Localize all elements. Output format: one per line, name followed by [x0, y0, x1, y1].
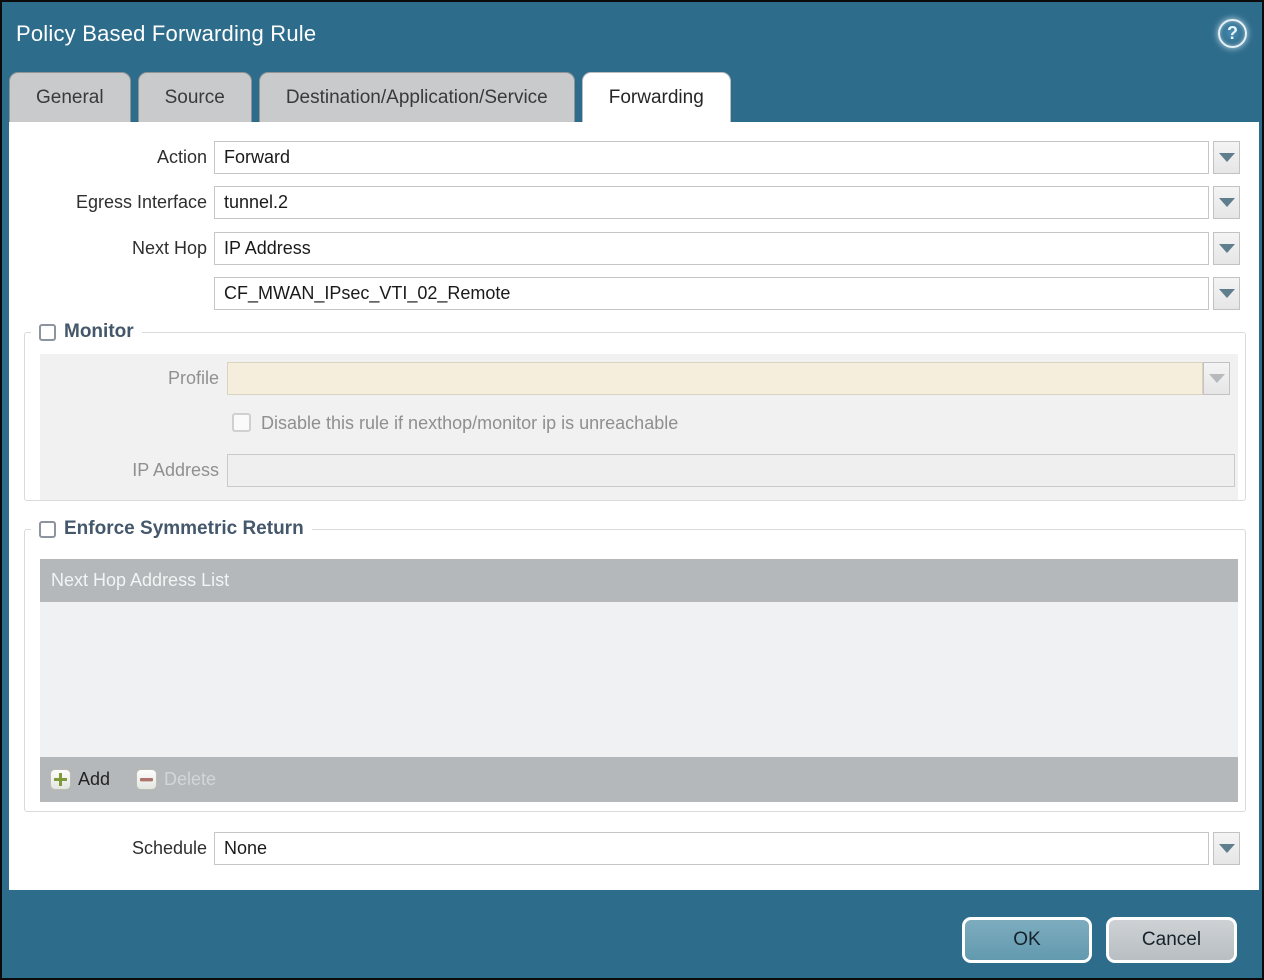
egress-interface-select[interactable]: tunnel.2	[214, 186, 1209, 219]
disable-rule-checkbox	[232, 413, 251, 432]
enforce-symmetric-return-label: Enforce Symmetric Return	[64, 518, 304, 540]
chevron-down-icon	[1209, 374, 1225, 383]
enforce-symmetric-return-legend: Enforce Symmetric Return	[31, 516, 312, 542]
next-hop-label: Next Hop	[9, 232, 207, 265]
monitor-ip-address-label: IP Address	[49, 454, 219, 487]
tab-strip: General Source Destination/Application/S…	[9, 72, 731, 122]
next-hop-address-list-header: Next Hop Address List	[40, 559, 1238, 602]
disable-rule-label: Disable this rule if nexthop/monitor ip …	[261, 411, 678, 435]
chevron-down-icon	[1219, 244, 1235, 253]
pbf-rule-dialog: Policy Based Forwarding Rule ? General S…	[0, 0, 1264, 980]
next-hop-address-select[interactable]: CF_MWAN_IPsec_VTI_02_Remote	[214, 277, 1209, 310]
chevron-down-icon	[1219, 198, 1235, 207]
add-button[interactable]: Add	[50, 769, 110, 790]
next-hop-address-list-body[interactable]	[40, 602, 1238, 757]
minus-icon	[136, 769, 157, 790]
enforce-symmetric-return-checkbox[interactable]	[39, 521, 56, 538]
schedule-select[interactable]: None	[214, 832, 1209, 865]
tab-destination-application-service[interactable]: Destination/Application/Service	[259, 72, 575, 122]
chevron-down-icon	[1219, 153, 1235, 162]
schedule-dropdown-button[interactable]	[1213, 832, 1240, 865]
egress-interface-label: Egress Interface	[9, 186, 207, 219]
monitor-label: Monitor	[64, 321, 134, 343]
schedule-label: Schedule	[9, 832, 207, 865]
chevron-down-icon	[1219, 844, 1235, 853]
monitor-checkbox[interactable]	[39, 324, 56, 341]
chevron-down-icon	[1219, 289, 1235, 298]
ok-button[interactable]: OK	[962, 917, 1092, 963]
delete-button: Delete	[136, 769, 216, 790]
dialog-title: Policy Based Forwarding Rule	[16, 21, 316, 47]
next-hop-type-select[interactable]: IP Address	[214, 232, 1209, 265]
action-dropdown-button[interactable]	[1213, 141, 1240, 174]
next-hop-address-list-toolbar: Add Delete	[40, 757, 1238, 802]
tab-general[interactable]: General	[9, 72, 131, 122]
monitor-legend: Monitor	[31, 319, 142, 345]
action-select[interactable]: Forward	[214, 141, 1209, 174]
tab-source[interactable]: Source	[138, 72, 252, 122]
tab-forwarding[interactable]: Forwarding	[582, 72, 731, 122]
monitor-ip-address-input	[227, 454, 1235, 487]
next-hop-address-list-table: Next Hop Address List Add Delete	[40, 559, 1238, 802]
next-hop-type-dropdown-button[interactable]	[1213, 232, 1240, 265]
egress-interface-dropdown-button[interactable]	[1213, 186, 1240, 219]
add-button-label: Add	[78, 769, 110, 790]
cancel-button[interactable]: Cancel	[1106, 917, 1237, 963]
help-icon[interactable]: ?	[1218, 19, 1247, 48]
profile-select	[227, 362, 1203, 395]
profile-label: Profile	[49, 362, 219, 395]
action-label: Action	[9, 141, 207, 174]
profile-dropdown-button	[1203, 362, 1230, 395]
delete-button-label: Delete	[164, 769, 216, 790]
forwarding-tab-panel: Action Forward Egress Interface tunnel.2…	[9, 122, 1259, 890]
plus-icon	[50, 769, 71, 790]
next-hop-address-dropdown-button[interactable]	[1213, 277, 1240, 310]
